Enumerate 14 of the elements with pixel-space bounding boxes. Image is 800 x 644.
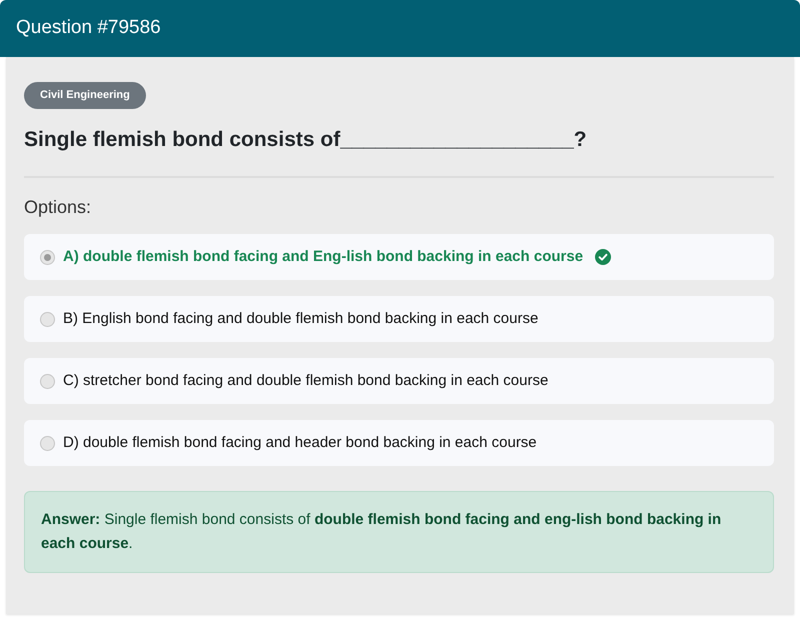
answer-option[interactable]: D) double flemish bond facing and header bond backing in each course (24, 420, 774, 466)
answer-option[interactable]: A) double flemish bond facing and Eng-lish bond backing in each course (24, 234, 774, 280)
options-label: Options: (24, 196, 92, 219)
category-badge: Civil Engineering (24, 82, 146, 109)
radio-button[interactable] (40, 312, 55, 326)
page-title: Question #79586 (16, 16, 161, 40)
radio-button[interactable] (40, 374, 55, 388)
answer-option[interactable]: C) stretcher bond facing and double flemish bond backing in each course (24, 358, 774, 404)
radio-button[interactable] (40, 250, 55, 264)
question-text: Single flemish bond consists of____________________? (24, 127, 588, 153)
answer-option[interactable]: B) English bond facing and double flemish bond backing in each course (24, 296, 774, 342)
radio-button[interactable] (40, 436, 55, 450)
check-circle-icon (595, 249, 612, 265)
answer-explanation: Answer: Single flemish bond consists of double flemish bond facing and eng-lish bond backing in each course. (24, 491, 774, 573)
